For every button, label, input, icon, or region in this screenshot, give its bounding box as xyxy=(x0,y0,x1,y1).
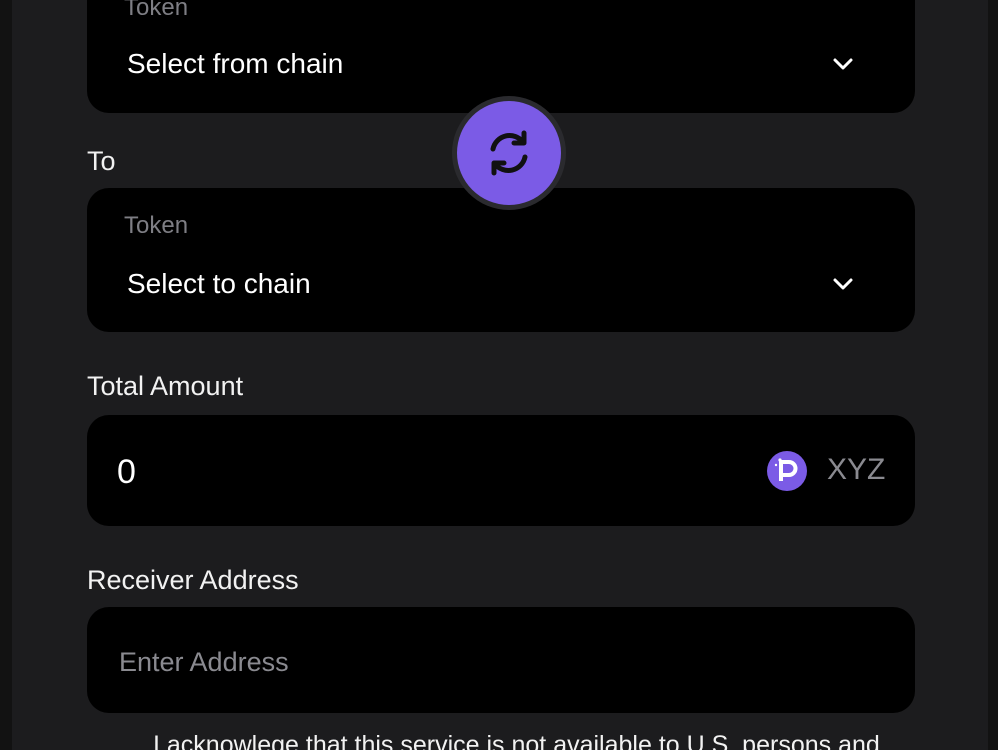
address-field xyxy=(87,607,915,713)
receiver-address-label: Receiver Address xyxy=(87,565,299,595)
amount-input[interactable] xyxy=(115,443,719,501)
swap-arrows-icon xyxy=(457,101,561,205)
token-p-icon xyxy=(767,451,807,491)
to-token-label: Token xyxy=(124,212,189,239)
bridge-page: Token Select from chain To Token Select … xyxy=(0,0,998,750)
to-chain-value: Select to chain xyxy=(127,268,311,299)
to-token-select[interactable]: Token Select to chain xyxy=(87,188,915,332)
token-symbol: XYZ xyxy=(827,453,886,486)
to-section-label: To xyxy=(87,146,116,176)
total-amount-label: Total Amount xyxy=(87,371,244,401)
from-chain-value: Select from chain xyxy=(127,48,344,79)
disclaimer-text: I acknowlege that this service is not av… xyxy=(153,731,880,750)
receiver-address-input[interactable] xyxy=(117,635,891,689)
chevron-down-icon[interactable] xyxy=(825,266,861,302)
chevron-down-icon[interactable] xyxy=(825,46,861,82)
swap-chains-button[interactable] xyxy=(452,96,566,210)
from-token-label: Token xyxy=(124,0,189,21)
amount-field: XYZ xyxy=(87,415,915,526)
